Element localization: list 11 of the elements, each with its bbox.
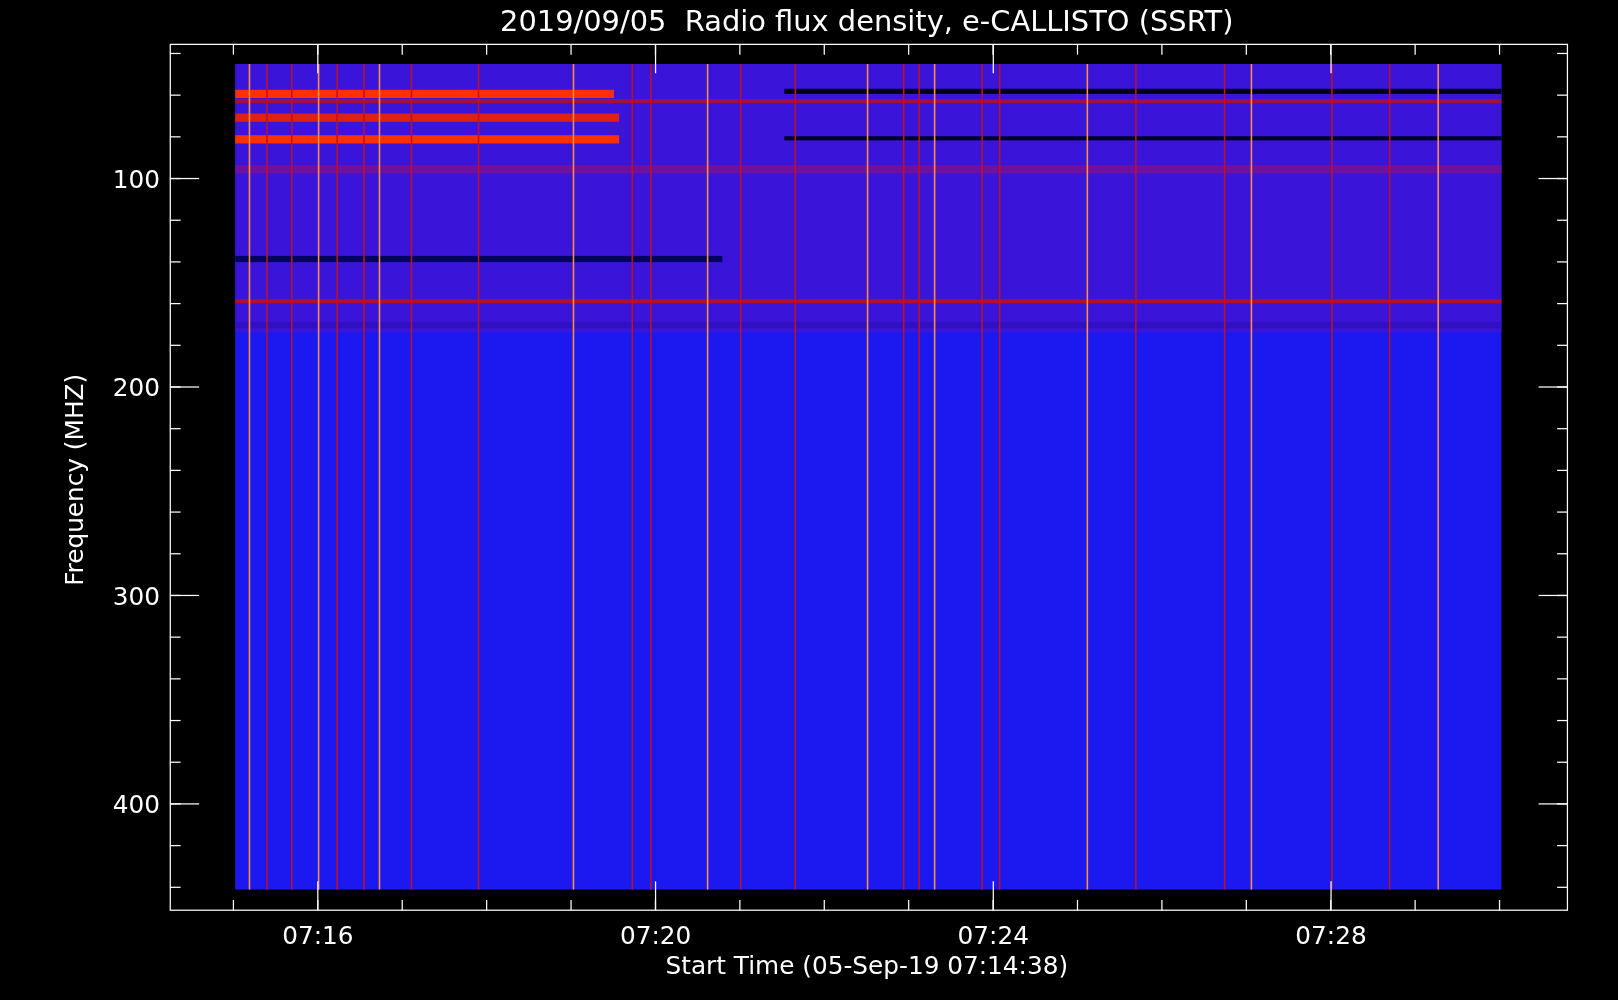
x-axis-label: Start Time (05-Sep-19 07:14:38) <box>665 951 1069 981</box>
plot-title: 2019/09/05 Radio flux density, e-CALLISTO (SSRT) <box>500 3 1234 38</box>
y-tick-label: 100 <box>112 164 160 194</box>
y-tick-label: 400 <box>112 790 160 820</box>
x-tick-label: 07:28 <box>1295 921 1367 951</box>
x-tick-label: 07:16 <box>282 921 354 951</box>
y-tick-label: 200 <box>112 373 160 403</box>
y-tick-label: 300 <box>112 581 160 611</box>
x-tick-label: 07:20 <box>619 921 692 951</box>
y-axis-label: Frequency (MHZ) <box>59 373 89 586</box>
x-tick-label: 07:24 <box>957 921 1029 951</box>
